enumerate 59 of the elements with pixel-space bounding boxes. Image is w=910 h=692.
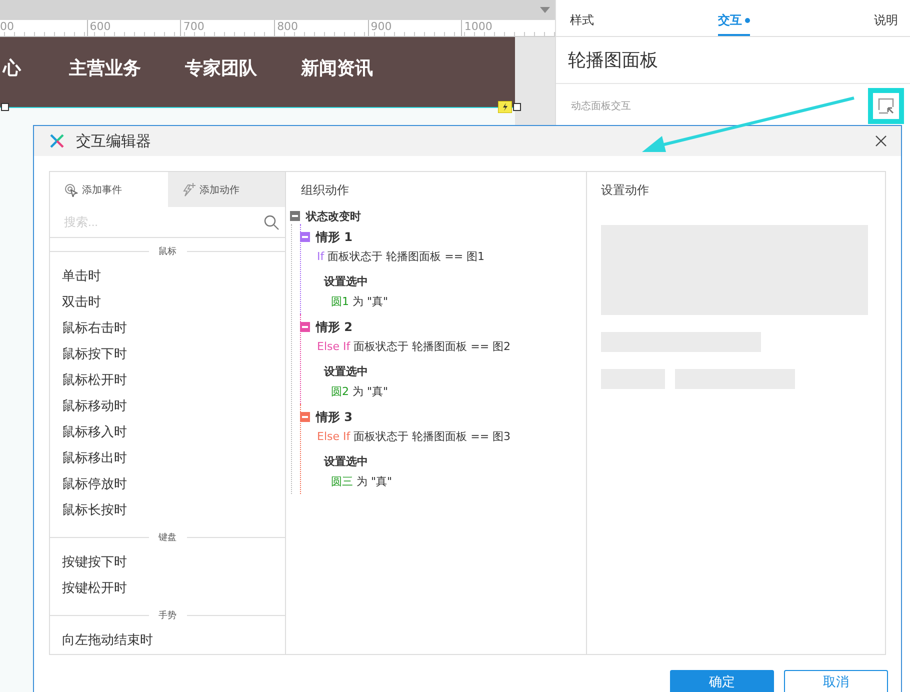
case-title: 情形 2 bbox=[316, 318, 353, 336]
group-header: 鼠标 bbox=[148, 244, 186, 258]
logo-icon bbox=[50, 134, 64, 148]
ruler-label: 800 bbox=[274, 20, 368, 36]
editor-tab[interactable]: 添加动作 bbox=[168, 172, 285, 208]
dropdown-icon[interactable] bbox=[540, 7, 550, 13]
panel-title: 轮播图面板 bbox=[556, 37, 910, 84]
action-detail: 圆2 为 "真" bbox=[330, 384, 390, 400]
event-item[interactable]: 按键按下时 bbox=[50, 550, 285, 576]
close-icon[interactable] bbox=[875, 135, 887, 147]
collapse-icon[interactable] bbox=[300, 232, 310, 242]
ruler-label: 600 bbox=[86, 20, 180, 36]
panel-tab[interactable]: 样式 bbox=[570, 12, 594, 34]
resize-handle[interactable] bbox=[1, 103, 9, 111]
resize-handle[interactable] bbox=[513, 103, 521, 111]
ruler-label: 00 bbox=[0, 20, 15, 35]
event-item[interactable]: 单击时 bbox=[50, 264, 285, 290]
event-item[interactable]: 鼠标移出时 bbox=[50, 446, 285, 472]
group-header: 手势 bbox=[148, 608, 186, 622]
dialog-button[interactable]: 取消 bbox=[784, 670, 888, 692]
condition-text: If 面板状态于 轮播图面板 == 图1 bbox=[316, 249, 486, 265]
panel-tab[interactable]: 说明 bbox=[874, 12, 898, 34]
event-item[interactable]: 鼠标停放时 bbox=[50, 472, 285, 498]
action-label: 设置选中 bbox=[322, 274, 369, 290]
case-title: 情形 1 bbox=[316, 228, 353, 246]
condition-text: Else If 面板状态于 轮播图面板 == 图3 bbox=[316, 429, 512, 445]
group-header: 键盘 bbox=[148, 530, 186, 544]
panel-tab[interactable]: 交互 bbox=[718, 12, 750, 36]
pointer-icon bbox=[64, 182, 78, 197]
event-item[interactable]: 双击时 bbox=[50, 290, 285, 316]
collapse-icon[interactable] bbox=[290, 211, 300, 221]
event-item[interactable]: 按键松开时 bbox=[50, 576, 285, 602]
event-item[interactable]: 向左拖动结束时 bbox=[50, 628, 285, 654]
column-header: 组织动作 bbox=[300, 182, 350, 199]
event-label: 状态改变时 bbox=[306, 208, 361, 224]
condition-text: Else If 面板状态于 轮播图面板 == 图2 bbox=[316, 339, 512, 355]
event-item[interactable]: 鼠标按下时 bbox=[50, 342, 285, 368]
action-detail: 圆三 为 "真" bbox=[330, 474, 394, 490]
collapse-icon[interactable] bbox=[300, 322, 310, 332]
action-detail: 圆1 为 "真" bbox=[330, 294, 390, 310]
lightning-icon[interactable] bbox=[498, 101, 512, 113]
section-label: 动态面板交互 bbox=[571, 100, 631, 113]
case-title: 情形 3 bbox=[316, 408, 353, 426]
event-item[interactable]: 鼠标长按时 bbox=[50, 498, 285, 524]
action-label: 设置选中 bbox=[322, 454, 369, 470]
dialog-title: 交互编辑器 bbox=[76, 132, 152, 150]
collapse-icon[interactable] bbox=[300, 412, 310, 422]
event-item[interactable]: 鼠标右击时 bbox=[50, 316, 285, 342]
ruler-label: 700 bbox=[180, 20, 274, 36]
expand-icon[interactable] bbox=[878, 98, 894, 114]
event-item[interactable]: 鼠标松开时 bbox=[50, 368, 285, 394]
ruler-label: 900 bbox=[368, 20, 462, 36]
column-header: 设置动作 bbox=[600, 182, 650, 199]
search-icon[interactable] bbox=[264, 214, 279, 230]
dialog-button[interactable]: 确定 bbox=[670, 670, 774, 692]
event-item[interactable]: 鼠标移动时 bbox=[50, 394, 285, 420]
event-item[interactable]: 鼠标移入时 bbox=[50, 420, 285, 446]
sparkle-icon bbox=[182, 182, 196, 197]
action-label: 设置选中 bbox=[322, 364, 369, 380]
